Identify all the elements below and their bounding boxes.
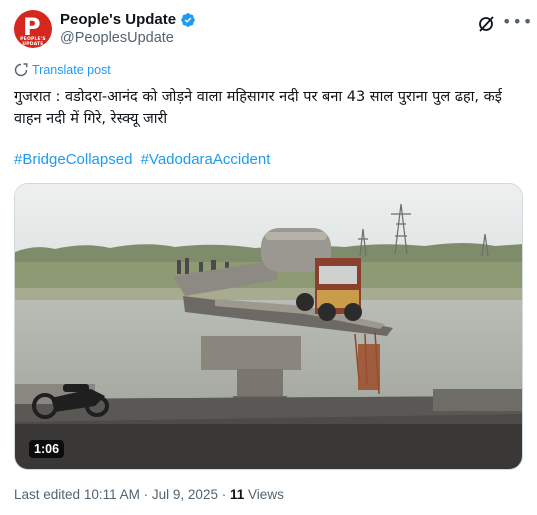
hashtags: #BridgeCollapsed #VadodaraAccident: [14, 151, 274, 168]
separator: ·: [143, 487, 149, 502]
separator: ·: [221, 487, 227, 502]
post-header: P PEOPLE'S UPDATE People's Update @Peopl…: [14, 8, 532, 52]
avatar[interactable]: P PEOPLE'S UPDATE: [14, 10, 52, 48]
views-count: 11: [230, 487, 245, 502]
grok-icon[interactable]: [476, 14, 496, 34]
handle[interactable]: @PeoplesUpdate: [60, 30, 174, 46]
translate-label[interactable]: Translate post: [32, 63, 111, 77]
views-label: Views: [248, 487, 284, 502]
translate-post-link[interactable]: Translate post: [14, 63, 111, 77]
post-date[interactable]: Jul 9, 2025: [152, 487, 218, 502]
post-text: गुजरात : वडोदरा-आनंद को जोड़ने वाला महिस…: [14, 89, 502, 127]
post-time[interactable]: 10:11 AM: [84, 487, 140, 502]
display-name[interactable]: People's Update: [60, 11, 176, 28]
more-options-icon[interactable]: •••: [502, 12, 532, 32]
post-meta: Last edited 10:11 AM · Jul 9, 2025 · 11 …: [14, 487, 284, 502]
video-frame: [15, 184, 522, 469]
hashtag-link[interactable]: #BridgeCollapsed: [14, 151, 132, 168]
verified-badge-icon[interactable]: [180, 12, 196, 28]
translate-icon: [14, 63, 28, 77]
name-row: People's Update: [60, 11, 196, 28]
avatar-tagline: PEOPLE'S UPDATE: [20, 37, 46, 47]
video-duration-badge: 1:06: [29, 440, 65, 458]
hashtag-link[interactable]: #VadodaraAccident: [141, 151, 271, 168]
edited-label[interactable]: Last edited: [14, 487, 80, 502]
video-media[interactable]: 1:06: [14, 183, 523, 470]
